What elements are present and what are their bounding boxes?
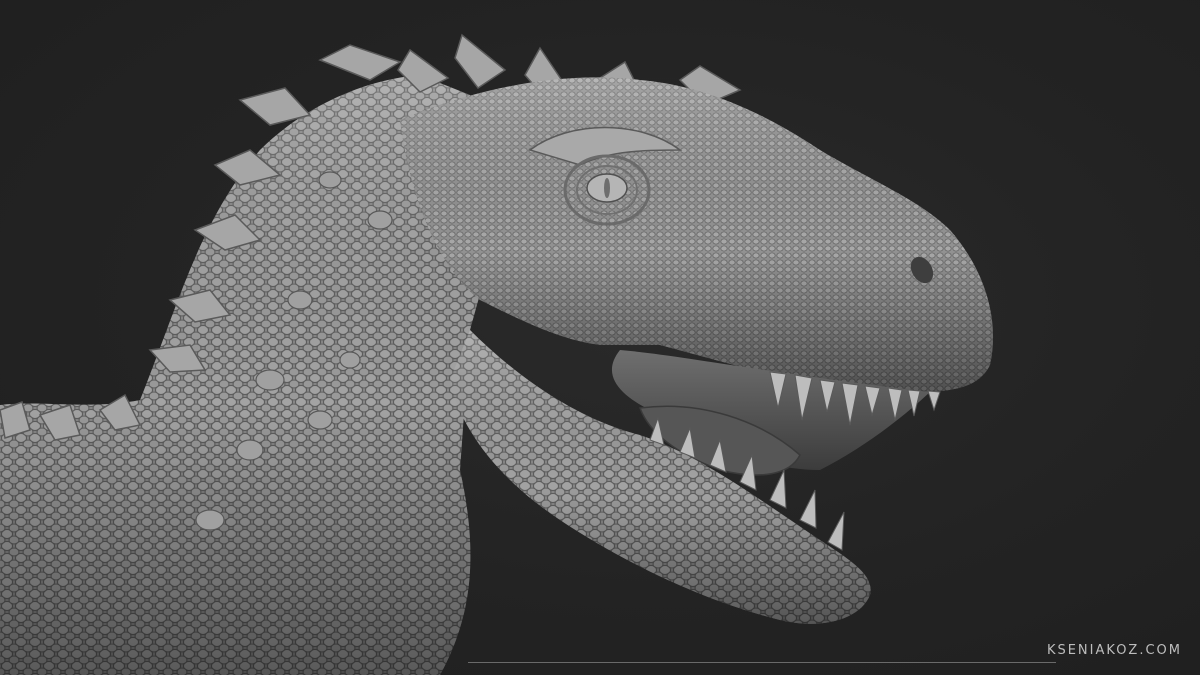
watermark-text: KSENIAKOZ.COM (1046, 643, 1182, 658)
head (400, 77, 994, 393)
watermark-divider (468, 662, 1056, 663)
pupil (604, 178, 610, 198)
render-viewport: KSENIAKOZ.COM (0, 0, 1200, 675)
dinosaur-render (0, 33, 994, 675)
